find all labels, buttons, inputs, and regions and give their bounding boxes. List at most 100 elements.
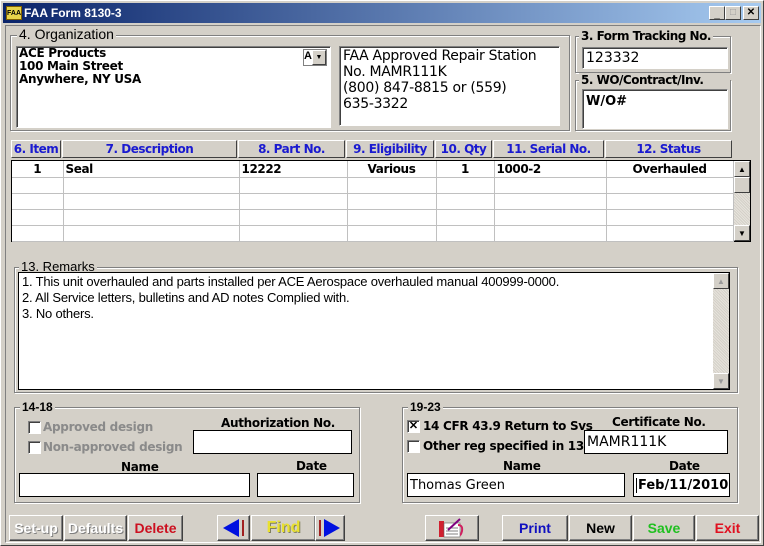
previous-record-button[interactable] bbox=[217, 515, 250, 541]
table-cell[interactable] bbox=[347, 177, 437, 194]
table-cell[interactable] bbox=[63, 193, 240, 210]
table-cell[interactable] bbox=[606, 209, 734, 226]
table-cell[interactable] bbox=[12, 225, 64, 242]
scroll-down-button[interactable]: ▼ bbox=[734, 225, 750, 241]
table-cell[interactable] bbox=[494, 177, 607, 194]
delete-button[interactable]: Delete bbox=[128, 515, 183, 541]
items-scrollbar[interactable]: ▲ ▼ bbox=[734, 161, 750, 241]
notes-button[interactable] bbox=[425, 515, 479, 541]
name-label: Name bbox=[503, 459, 541, 473]
table-cell[interactable] bbox=[436, 193, 495, 210]
remarks-textarea[interactable]: 1. This unit overhauled and parts instal… bbox=[18, 272, 730, 390]
date-field-14-18[interactable] bbox=[257, 473, 354, 497]
table-cell[interactable]: 1000-2 bbox=[494, 161, 607, 178]
column-header[interactable]: 11. Serial No. bbox=[493, 140, 604, 158]
non-approved-design-checkbox[interactable] bbox=[28, 441, 41, 454]
table-cell[interactable] bbox=[12, 193, 64, 210]
column-header[interactable]: 7. Description bbox=[62, 140, 237, 158]
maximize-button[interactable]: □ bbox=[725, 6, 741, 20]
table-cell[interactable] bbox=[436, 209, 495, 226]
table-cell[interactable] bbox=[12, 177, 64, 194]
minimize-button[interactable]: _ bbox=[709, 6, 725, 20]
column-header[interactable]: 8. Part No. bbox=[238, 140, 345, 158]
table-cell[interactable] bbox=[239, 177, 348, 194]
table-cell[interactable]: Various bbox=[347, 161, 437, 178]
tracking-number-field[interactable]: 123332 bbox=[582, 47, 728, 69]
repair-station-field[interactable]: FAA Approved Repair Station No. MAMR111K… bbox=[339, 46, 560, 126]
table-cell[interactable] bbox=[494, 209, 607, 226]
items-table-body[interactable]: 1 Seal 12222 Various 1 1000-2 Overhauled ▲ ▼ bbox=[11, 160, 751, 242]
remark-line: 2. All Service letters, bulletins and AD… bbox=[22, 290, 350, 305]
address-line: Anywhere, NY USA bbox=[19, 72, 141, 86]
close-button[interactable]: ✕ bbox=[743, 6, 759, 20]
remarks-scrollbar[interactable]: ▲ ▼ bbox=[713, 273, 729, 389]
table-row[interactable] bbox=[12, 225, 734, 242]
arrow-left-icon bbox=[222, 519, 244, 537]
certificate-label: Certificate No. bbox=[612, 415, 706, 429]
checkmark-x-icon: ✕ bbox=[408, 420, 419, 432]
save-button[interactable]: Save bbox=[633, 515, 695, 541]
new-label: New bbox=[586, 520, 615, 536]
column-header[interactable]: 10. Qty bbox=[435, 140, 492, 158]
table-cell[interactable] bbox=[239, 209, 348, 226]
table-cell[interactable] bbox=[239, 193, 348, 210]
new-button[interactable]: New bbox=[569, 515, 632, 541]
name-field-19-23[interactable]: Thomas Green bbox=[407, 473, 625, 497]
certificate-number-field[interactable]: MAMR111K bbox=[584, 430, 728, 454]
approved-design-checkbox[interactable] bbox=[28, 421, 41, 434]
table-cell[interactable]: Overhauled bbox=[606, 161, 734, 178]
organization-dropdown[interactable]: A ▼ bbox=[303, 49, 327, 66]
table-cell[interactable] bbox=[494, 193, 607, 210]
table-cell[interactable]: Seal bbox=[63, 161, 240, 178]
table-cell[interactable] bbox=[63, 225, 240, 242]
table-cell[interactable]: 1 bbox=[12, 161, 64, 178]
table-cell[interactable] bbox=[347, 225, 437, 242]
table-cell[interactable] bbox=[606, 225, 734, 242]
other-reg-checkbox[interactable] bbox=[407, 440, 420, 453]
name-field-14-18[interactable] bbox=[19, 473, 250, 497]
table-cell[interactable] bbox=[347, 209, 437, 226]
column-header[interactable]: 6. Item bbox=[11, 140, 61, 158]
authorization-number-field[interactable] bbox=[193, 430, 352, 454]
scroll-thumb[interactable] bbox=[734, 177, 750, 193]
table-cell[interactable] bbox=[436, 225, 495, 242]
scroll-down-button[interactable]: ▼ bbox=[713, 373, 729, 389]
scroll-up-button[interactable]: ▲ bbox=[713, 273, 729, 289]
defaults-button[interactable]: Defaults bbox=[64, 515, 127, 541]
organization-address-field[interactable]: ACE Products 100 Main Street Anywhere, N… bbox=[16, 46, 331, 128]
setup-button[interactable]: Set-up bbox=[9, 515, 63, 541]
table-cell[interactable] bbox=[347, 193, 437, 210]
date-label: Date bbox=[296, 459, 327, 473]
table-cell[interactable]: 1 bbox=[436, 161, 495, 178]
table-row[interactable]: 1 Seal 12222 Various 1 1000-2 Overhauled bbox=[12, 161, 734, 178]
table-cell[interactable] bbox=[606, 193, 734, 210]
table-cell[interactable] bbox=[63, 209, 240, 226]
table-cell[interactable] bbox=[494, 225, 607, 242]
certificate-number-value: MAMR111K bbox=[587, 434, 667, 450]
print-button[interactable]: Print bbox=[502, 515, 568, 541]
date-field-19-23[interactable]: Feb/11/2010 bbox=[633, 473, 730, 497]
arrow-right-icon bbox=[319, 519, 340, 537]
table-cell[interactable] bbox=[606, 177, 734, 194]
name-label: Name bbox=[121, 460, 159, 474]
table-cell[interactable] bbox=[12, 209, 64, 226]
title-bar[interactable]: FAA FAA Form 8130-3 _ □ ✕ bbox=[3, 3, 761, 23]
next-record-button[interactable] bbox=[315, 515, 345, 541]
maximize-icon: □ bbox=[729, 7, 737, 18]
column-header[interactable]: 9. Eligibility bbox=[346, 140, 434, 158]
table-cell[interactable] bbox=[436, 177, 495, 194]
find-button[interactable]: Find bbox=[251, 515, 316, 541]
block-14-18-legend: 14-18 bbox=[20, 400, 55, 414]
table-row[interactable] bbox=[12, 193, 734, 210]
wo-number-field[interactable]: W/O# bbox=[582, 89, 728, 129]
scroll-up-button[interactable]: ▲ bbox=[734, 161, 750, 177]
column-header[interactable]: 12. Status bbox=[605, 140, 732, 158]
table-cell[interactable]: 12222 bbox=[239, 161, 348, 178]
exit-button[interactable]: Exit bbox=[696, 515, 759, 541]
table-cell[interactable] bbox=[63, 177, 240, 194]
table-row[interactable] bbox=[12, 209, 734, 226]
return-to-service-checkbox[interactable]: ✕ bbox=[407, 420, 420, 433]
table-cell[interactable] bbox=[239, 225, 348, 242]
table-row[interactable] bbox=[12, 177, 734, 194]
name-value: Thomas Green bbox=[410, 478, 506, 493]
